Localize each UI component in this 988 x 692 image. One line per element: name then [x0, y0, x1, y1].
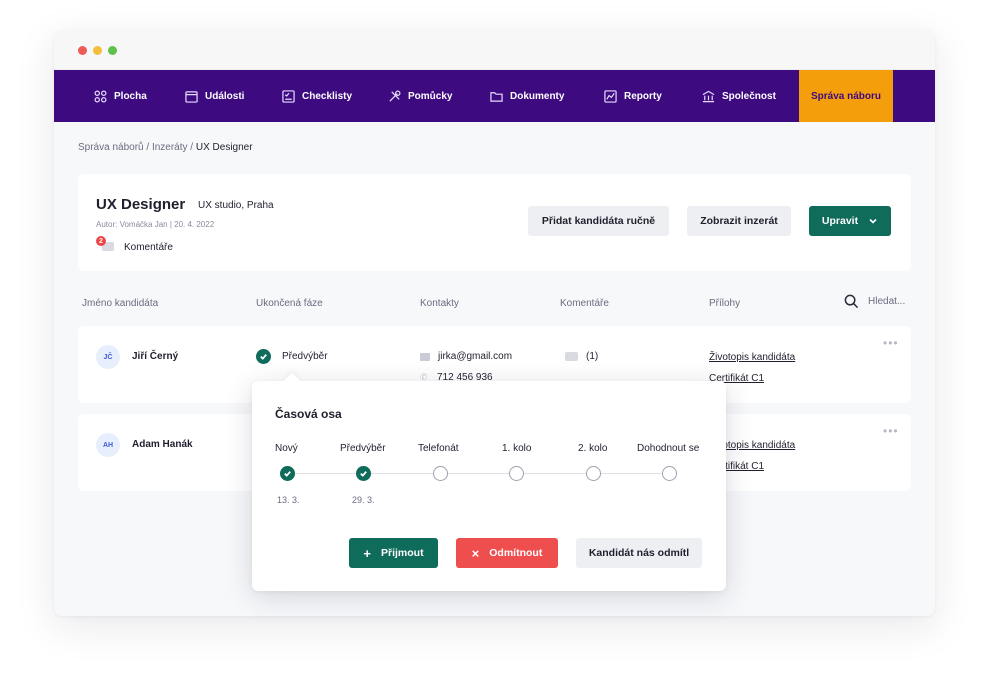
main-navigation: Plocha Události Checklisty Pomůcky Dokum… — [54, 70, 935, 122]
nav-label: Správa náboru — [810, 90, 882, 102]
comment-count-badge: 2 — [96, 236, 106, 246]
breadcrumb-link-sprava[interactable]: Správa náborů — [78, 142, 144, 153]
maximize-window-button[interactable] — [108, 46, 117, 55]
breadcrumb-separator: / — [143, 142, 152, 153]
accept-button[interactable]: + Přijmout — [349, 538, 438, 568]
candidate-name[interactable]: Jiří Černý — [132, 351, 178, 362]
close-icon: × — [471, 545, 480, 561]
edit-button[interactable]: Upravit — [809, 206, 891, 236]
column-header-name[interactable]: Jméno kandidáta — [82, 298, 158, 309]
nav-item-pomucky[interactable]: Pomůcky — [388, 70, 452, 122]
timeline-step-date: 29. 3. — [352, 495, 375, 505]
plus-icon: + — [363, 545, 371, 561]
nav-label: Události — [205, 90, 245, 102]
avatar: AH — [96, 433, 120, 457]
column-header-comments[interactable]: Komentáře — [560, 298, 609, 309]
folder-icon — [490, 91, 503, 102]
job-meta: Autor: Vomáčka Jan | 20. 4. 2022 — [96, 220, 215, 229]
timeline-title: Časová osa — [275, 407, 342, 421]
column-header-contacts[interactable]: Kontakty — [420, 298, 459, 309]
nav-label: Reporty — [624, 90, 662, 102]
check-icon — [284, 471, 291, 477]
timeline-step-pending[interactable] — [433, 466, 448, 481]
nav-label: Checklisty — [302, 90, 353, 102]
check-icon — [360, 471, 367, 477]
comments-icon[interactable]: 2 — [96, 236, 116, 252]
accept-label: Přijmout — [381, 547, 424, 559]
breadcrumb: Správa náborů / Inzeráty / UX Designer — [78, 142, 253, 153]
row-comment-count: (1) — [586, 351, 599, 362]
show-ad-button[interactable]: Zobrazit inzerát — [687, 206, 791, 236]
timeline-step-label: Telefonát — [418, 443, 459, 454]
timeline-track — [287, 473, 670, 474]
breadcrumb-link-inzeraty[interactable]: Inzeráty — [152, 142, 188, 153]
nav-label: Pomůcky — [408, 90, 453, 102]
reject-button[interactable]: × Odmítnout — [456, 538, 558, 568]
add-candidate-button[interactable]: Přidat kandidáta ručně — [528, 206, 669, 236]
avatar: JČ — [96, 345, 120, 369]
timeline-step-label: Nový — [275, 443, 298, 454]
candidate-name[interactable]: Adam Hanák — [132, 439, 193, 450]
comment-bubble-icon — [565, 352, 578, 361]
timeline-popover: Časová osa Nový Předvýběr Telefonát 1. k… — [252, 372, 726, 591]
nav-item-checklisty[interactable]: Checklisty — [282, 70, 352, 122]
more-options-icon[interactable]: ••• — [883, 424, 899, 438]
job-company: UX studio, Praha — [198, 200, 274, 211]
edit-button-label: Upravit — [821, 215, 859, 227]
email-text: jirka@gmail.com — [438, 351, 513, 362]
timeline-step-pending[interactable] — [662, 466, 677, 481]
nav-item-plocha[interactable]: Plocha — [94, 70, 147, 122]
nav-label: Plocha — [114, 90, 147, 102]
chevron-down-icon — [869, 218, 877, 224]
search-box[interactable]: Hledat... — [844, 294, 905, 309]
nav-label: Společnost — [722, 90, 776, 102]
timeline-step-pending[interactable] — [586, 466, 601, 481]
candidate-declined-button[interactable]: Kandidát nás odmítl — [576, 538, 702, 568]
contact-email[interactable]: jirka@gmail.com — [420, 351, 512, 362]
nav-item-reporty[interactable]: Reporty — [604, 70, 662, 122]
timeline-step-done[interactable] — [280, 466, 295, 481]
comments-link[interactable]: Komentáře — [124, 242, 173, 253]
tools-icon — [389, 90, 401, 102]
nav-item-sprava-naboru[interactable]: Správa náboru — [799, 70, 893, 122]
building-icon — [702, 90, 715, 102]
attachment-cv-link[interactable]: Životopis kandidáta — [709, 352, 795, 363]
column-header-phase[interactable]: Ukončená fáze — [256, 298, 323, 309]
nav-item-spolecnost[interactable]: Společnost — [702, 70, 776, 122]
timeline-step-label: Dohodnout se — [637, 443, 700, 454]
timeline-step-date: 13. 3. — [277, 495, 300, 505]
nav-item-udalosti[interactable]: Události — [185, 70, 244, 122]
more-options-icon[interactable]: ••• — [883, 336, 899, 350]
chart-icon — [604, 89, 617, 103]
reject-label: Odmítnout — [489, 547, 543, 559]
timeline-step-pending[interactable] — [509, 466, 524, 481]
breadcrumb-current: UX Designer — [195, 142, 253, 153]
window-titlebar — [54, 30, 935, 70]
timeline-step-label: Předvýběr — [340, 443, 386, 454]
timeline-step-label: 1. kolo — [502, 443, 532, 454]
check-icon — [256, 349, 271, 364]
page-title: UX Designer — [96, 196, 186, 213]
search-icon — [844, 294, 859, 309]
search-placeholder: Hledat... — [868, 296, 906, 307]
timeline-step-done[interactable] — [356, 466, 371, 481]
nav-label: Dokumenty — [510, 90, 565, 102]
nav-item-dokumenty[interactable]: Dokumenty — [490, 70, 564, 122]
phase-label[interactable]: Předvýběr — [282, 351, 328, 362]
minimize-window-button[interactable] — [93, 46, 102, 55]
dashboard-icon — [94, 90, 107, 102]
close-window-button[interactable] — [78, 46, 87, 55]
calendar-icon — [185, 90, 198, 103]
column-header-attachments[interactable]: Přílohy — [709, 298, 740, 309]
mail-icon — [420, 352, 430, 361]
row-comments[interactable]: (1) — [565, 351, 598, 362]
breadcrumb-separator: / — [187, 142, 196, 153]
job-header-card: UX Designer UX studio, Praha Autor: Vomá… — [78, 174, 911, 271]
checklist-icon — [282, 89, 295, 103]
timeline-step-label: 2. kolo — [578, 443, 608, 454]
